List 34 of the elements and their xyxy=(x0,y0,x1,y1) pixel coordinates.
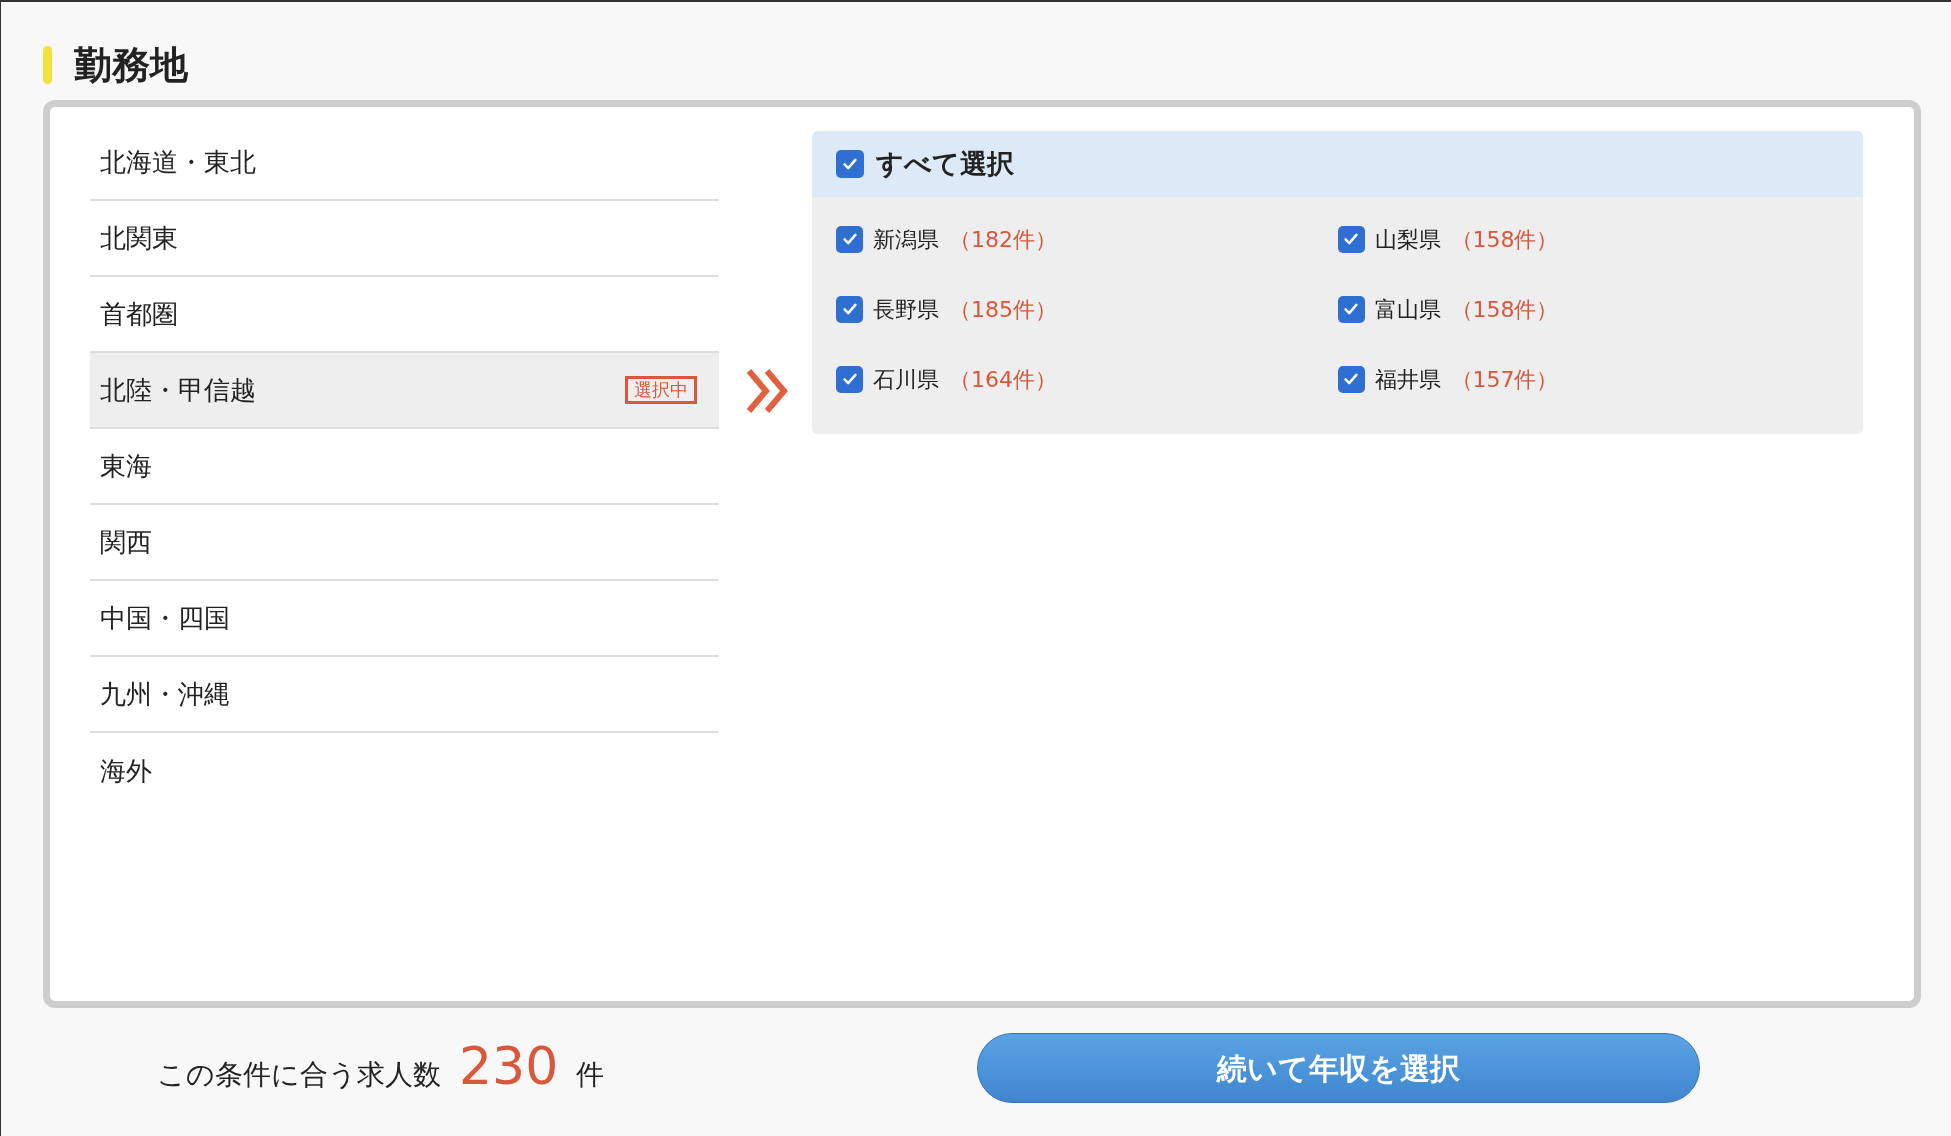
select-all-row[interactable]: すべて選択 xyxy=(812,131,1863,197)
region-item[interactable]: 中国・四国 xyxy=(90,581,719,657)
region-item[interactable]: 北海道・東北 xyxy=(90,125,719,201)
region-item[interactable]: 北陸・甲信越 選択中 xyxy=(90,353,719,429)
checkbox[interactable] xyxy=(836,295,863,323)
prefecture-option[interactable]: 富山県 （158件） xyxy=(1337,291,1839,327)
prefecture-option[interactable]: 新潟県 （182件） xyxy=(836,221,1338,257)
job-count: （158件） xyxy=(1450,225,1559,254)
prefecture-option[interactable]: 石川県 （164件） xyxy=(836,361,1338,397)
checkbox[interactable] xyxy=(836,365,863,393)
checkbox[interactable] xyxy=(1337,295,1365,323)
checkbox[interactable] xyxy=(836,225,863,253)
checkbox[interactable] xyxy=(1337,225,1365,253)
accent-bar xyxy=(43,46,52,84)
region-item[interactable]: 海外 xyxy=(90,733,719,809)
job-count: （185件） xyxy=(949,295,1057,324)
result-unit: 件 xyxy=(576,1057,605,1093)
job-count: （157件） xyxy=(1450,365,1559,394)
job-count: （158件） xyxy=(1450,295,1559,324)
region-item[interactable]: 東海 xyxy=(90,429,719,505)
region-item[interactable]: 関西 xyxy=(90,505,719,581)
region-item[interactable]: 九州・沖縄 xyxy=(90,657,719,733)
checkbox[interactable] xyxy=(836,150,864,178)
prefecture-option[interactable]: 長野県 （185件） xyxy=(836,291,1338,327)
job-count: （182件） xyxy=(949,225,1057,254)
checkbox[interactable] xyxy=(1337,365,1365,393)
region-item[interactable]: 北関東 xyxy=(90,201,719,277)
result-label: この条件に合う求人数 xyxy=(157,1057,441,1093)
selected-badge: 選択中 xyxy=(625,376,697,404)
prefecture-option[interactable]: 福井県 （157件） xyxy=(1337,361,1839,397)
prefecture-option[interactable]: 山梨県 （158件） xyxy=(1337,221,1839,257)
result-count: 230 xyxy=(459,1040,559,1092)
job-count: （164件） xyxy=(949,365,1057,394)
section-title: 勤務地 xyxy=(74,46,188,84)
